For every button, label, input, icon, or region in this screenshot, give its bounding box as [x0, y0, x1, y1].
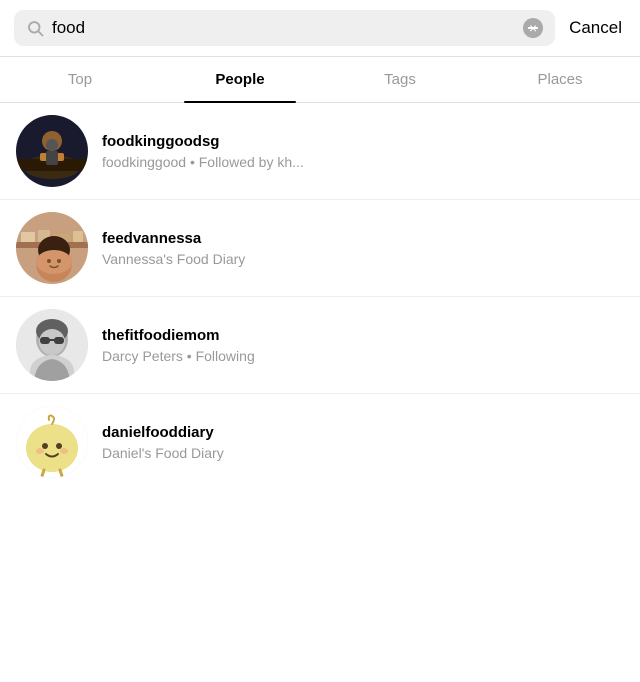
tabs: Top People Tags Places: [0, 57, 640, 103]
clear-icon: ×: [529, 21, 537, 35]
clear-button[interactable]: ×: [523, 18, 543, 38]
cancel-button[interactable]: Cancel: [565, 18, 626, 38]
tab-people[interactable]: People: [160, 57, 320, 102]
person-username: foodkinggoodsg: [102, 133, 304, 150]
person-subtitle: foodkinggood • Followed by kh...: [102, 154, 304, 170]
tab-tags[interactable]: Tags: [320, 57, 480, 102]
avatar: [16, 115, 88, 187]
people-list: foodkinggoodsg foodkinggood • Followed b…: [0, 103, 640, 490]
list-item[interactable]: danielfooddiary Daniel's Food Diary: [0, 394, 640, 490]
person-info: thefitfoodiemom Darcy Peters • Following: [102, 327, 255, 364]
person-info: danielfooddiary Daniel's Food Diary: [102, 424, 224, 461]
person-subtitle: Vannessa's Food Diary: [102, 251, 245, 267]
person-info: foodkinggoodsg foodkinggood • Followed b…: [102, 133, 304, 170]
search-bar: × Cancel: [0, 0, 640, 57]
list-item[interactable]: thefitfoodiemom Darcy Peters • Following: [0, 297, 640, 394]
search-input-wrapper: ×: [14, 10, 555, 46]
person-subtitle: Darcy Peters • Following: [102, 348, 255, 364]
person-username: thefitfoodiemom: [102, 327, 255, 344]
tab-top[interactable]: Top: [0, 57, 160, 102]
person-subtitle: Daniel's Food Diary: [102, 445, 224, 461]
list-item[interactable]: foodkinggoodsg foodkinggood • Followed b…: [0, 103, 640, 200]
person-info: feedvannessa Vannessa's Food Diary: [102, 230, 245, 267]
person-username: danielfooddiary: [102, 424, 224, 441]
list-item[interactable]: feedvannessa Vannessa's Food Diary: [0, 200, 640, 297]
search-input[interactable]: [52, 18, 515, 38]
person-username: feedvannessa: [102, 230, 245, 247]
avatar: [16, 309, 88, 381]
search-icon: [26, 19, 44, 37]
avatar: [16, 212, 88, 284]
tab-places[interactable]: Places: [480, 57, 640, 102]
avatar: [16, 406, 88, 478]
